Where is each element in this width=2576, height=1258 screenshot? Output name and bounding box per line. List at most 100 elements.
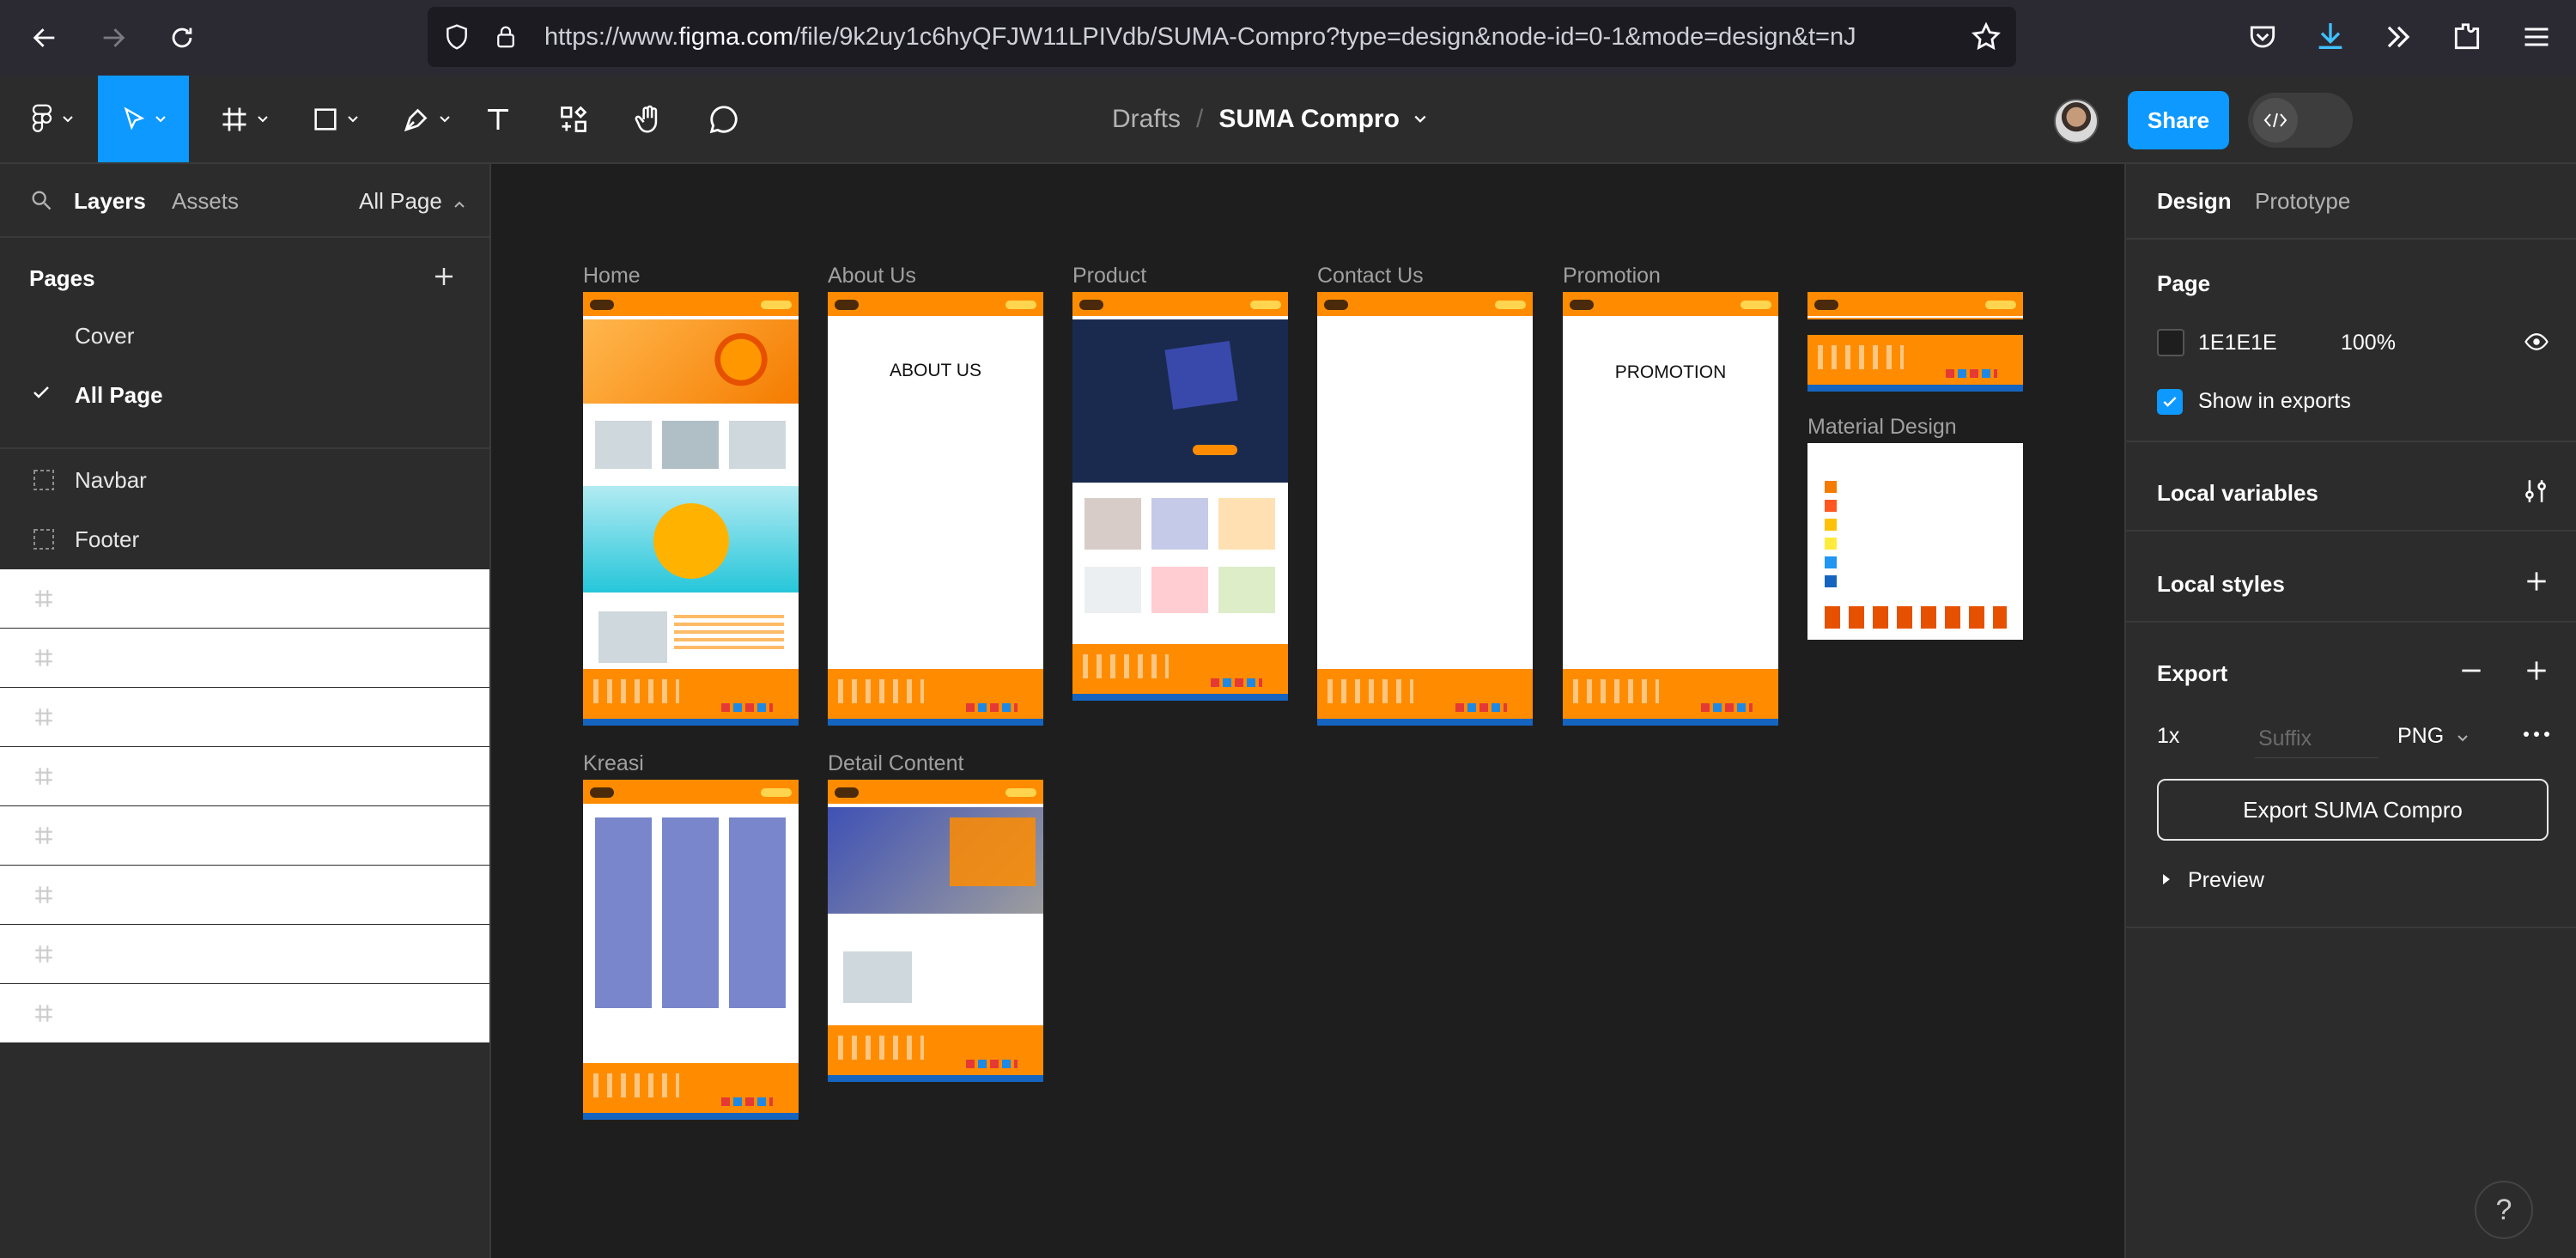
tab-assets[interactable]: Assets — [172, 188, 239, 215]
layer-detail-content[interactable]: Detail Content — [0, 984, 489, 1042]
frame-navbar — [1072, 292, 1288, 318]
lock-icon[interactable] — [493, 22, 519, 56]
page-color-value[interactable]: 1E1E1E — [2198, 331, 2277, 356]
frame-kreasi[interactable] — [583, 780, 799, 1120]
share-button[interactable]: Share — [2128, 91, 2229, 149]
code-brackets-icon — [2253, 98, 2298, 143]
variables-sliders-icon[interactable] — [2521, 477, 2550, 510]
extensions-icon[interactable] — [2451, 21, 2483, 58]
frame-contact-us[interactable] — [1317, 292, 1533, 726]
page-item-cover[interactable]: Cover — [0, 307, 489, 365]
add-style-icon[interactable] — [2523, 568, 2550, 599]
hand-tool-button[interactable] — [627, 76, 671, 162]
layer-footer[interactable]: Footer — [0, 510, 489, 568]
tab-prototype[interactable]: Prototype — [2255, 188, 2350, 215]
chevron-down-icon[interactable] — [1413, 114, 1427, 125]
text-tool-button[interactable] — [477, 76, 519, 162]
figma-logo-icon — [32, 104, 52, 132]
frame-label-kreasi[interactable]: Kreasi — [583, 751, 644, 776]
breadcrumb-separator: / — [1196, 104, 1204, 133]
right-panel: Design Prototype Page 1E1E1E 100% Show i… — [2124, 164, 2576, 1258]
reload-icon[interactable] — [161, 17, 203, 58]
breadcrumb-drafts[interactable]: Drafts — [1112, 105, 1181, 134]
url-text[interactable]: https://www.figma.com/file/9k2uy1c6hyQFJ… — [544, 7, 1953, 67]
tab-layers[interactable]: Layers — [74, 188, 146, 215]
frame-detail-content[interactable] — [828, 780, 1043, 1082]
address-bar[interactable]: https://www.figma.com/file/9k2uy1c6hyQFJ… — [428, 7, 2016, 67]
layer-material-design[interactable]: Material Design — [0, 569, 489, 628]
move-tool-button[interactable] — [98, 76, 189, 162]
design-canvas[interactable]: Home About Us ABOUT US Product Contact U — [491, 164, 2124, 1258]
hamburger-menu-icon[interactable] — [2521, 21, 2552, 58]
resources-button[interactable] — [553, 76, 594, 162]
comment-tool-button[interactable] — [702, 76, 745, 162]
footer-component[interactable] — [1807, 335, 2023, 392]
page-color-swatch[interactable] — [2157, 329, 2184, 356]
frame-label-detail-content[interactable]: Detail Content — [828, 751, 963, 776]
frame-material-design[interactable] — [1807, 443, 2023, 640]
page-selector-label: All Page — [359, 188, 442, 214]
overflow-chevrons-icon[interactable] — [2382, 21, 2415, 58]
frame-footer — [1072, 644, 1288, 701]
add-export-icon[interactable] — [2523, 657, 2550, 689]
triangle-right-icon[interactable] — [2160, 872, 2172, 890]
pen-tool-button[interactable] — [392, 76, 460, 162]
frame-label-promotion[interactable]: Promotion — [1563, 264, 1661, 289]
layer-kreasi[interactable]: Kreasi — [0, 925, 489, 983]
frame-label-material-design[interactable]: Material Design — [1807, 415, 1957, 440]
frame-label-home[interactable]: Home — [583, 264, 641, 289]
download-icon[interactable] — [2313, 19, 2348, 58]
add-page-icon[interactable] — [431, 264, 457, 294]
search-icon[interactable] — [29, 188, 53, 216]
page-section-heading: Page — [2157, 270, 2211, 296]
help-button[interactable]: ? — [2475, 1181, 2533, 1239]
page-item-label: Cover — [75, 322, 135, 349]
layer-navbar[interactable]: Navbar — [0, 451, 489, 509]
eye-icon[interactable] — [2523, 329, 2550, 359]
divider — [2126, 621, 2576, 623]
export-button[interactable]: Export SUMA Compro — [2157, 779, 2549, 841]
divider — [2126, 441, 2576, 442]
layer-promotion[interactable]: Promotion — [0, 866, 489, 924]
file-name[interactable]: SUMA Compro — [1218, 105, 1400, 134]
bookmark-star-icon[interactable] — [1970, 21, 2002, 58]
navbar-component[interactable] — [1807, 292, 2023, 319]
preview-toggle[interactable]: Preview — [2188, 868, 2264, 893]
breadcrumb: Drafts / SUMA Compro — [1112, 76, 1427, 162]
forward-icon[interactable] — [93, 17, 134, 58]
frame-tool-button[interactable] — [210, 76, 278, 162]
dev-mode-toggle[interactable] — [2248, 93, 2353, 148]
export-scale[interactable]: 1x — [2157, 724, 2179, 749]
main-menu-button[interactable] — [21, 76, 82, 162]
frame-product[interactable] — [1072, 292, 1288, 701]
frame-home[interactable] — [583, 292, 799, 726]
frame-label-contact-us[interactable]: Contact Us — [1317, 264, 1424, 289]
layer-home[interactable]: Home — [0, 629, 489, 687]
show-in-exports-checkbox[interactable] — [2157, 389, 2183, 415]
frame-label-about-us[interactable]: About Us — [828, 264, 916, 289]
pocket-icon[interactable] — [2246, 21, 2279, 58]
export-format-select[interactable]: PNG — [2397, 724, 2469, 749]
frame-navbar — [1563, 292, 1778, 318]
export-suffix-input[interactable]: Suffix — [2255, 719, 2379, 758]
frame-promotion[interactable]: PROMOTION — [1563, 292, 1778, 726]
chevron-down-icon — [63, 115, 73, 122]
layer-about-us[interactable]: About Us — [0, 688, 489, 746]
shield-icon[interactable] — [443, 22, 471, 56]
layer-product[interactable]: Product — [0, 747, 489, 805]
frame-about-us[interactable]: ABOUT US — [828, 292, 1043, 726]
frame-label-product[interactable]: Product — [1072, 264, 1146, 289]
tab-design[interactable]: Design — [2157, 188, 2232, 215]
page-selector[interactable]: All Page — [359, 188, 465, 215]
more-options-icon[interactable] — [2521, 724, 2552, 749]
chevron-down-icon — [258, 115, 268, 122]
mascot-row — [1825, 606, 2007, 629]
back-icon[interactable] — [24, 17, 65, 58]
shape-tool-button[interactable] — [301, 76, 369, 162]
page-opacity-value[interactable]: 100% — [2341, 331, 2396, 356]
left-panel-tabs: Layers Assets All Page — [0, 164, 489, 238]
layer-contact-us[interactable]: Contact Us — [0, 806, 489, 865]
remove-export-icon[interactable] — [2458, 657, 2485, 689]
avatar[interactable] — [2054, 99, 2099, 143]
page-item-all-page[interactable]: All Page — [0, 366, 489, 424]
